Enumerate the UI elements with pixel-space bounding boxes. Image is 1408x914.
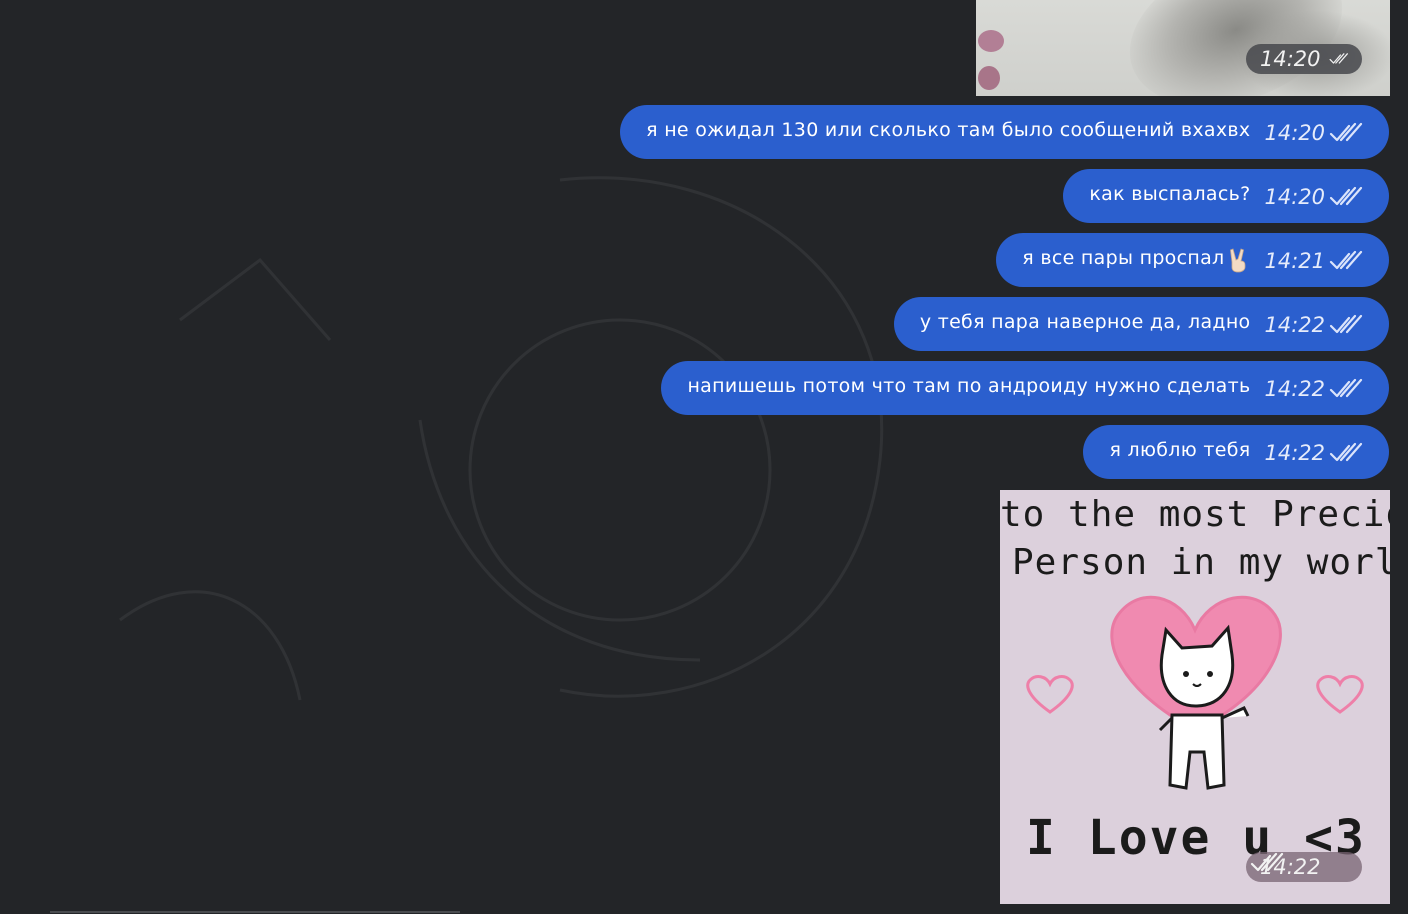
cat-eye xyxy=(1207,671,1213,677)
photo-detail xyxy=(978,30,1004,52)
message-text: напишешь потом что там по андроиду нужно… xyxy=(687,375,1251,397)
photo-time-pill: 14:20 xyxy=(1246,44,1362,74)
message-time: 14:20 xyxy=(1264,121,1325,145)
message-meta: 14:22 xyxy=(1264,441,1363,465)
photo-message[interactable]: 14:20 xyxy=(976,0,1390,96)
message-bubble[interactable]: я люблю тебя 14:22 xyxy=(1083,425,1389,479)
message-meta: 14:22 xyxy=(1264,377,1363,401)
double-check-icon xyxy=(1329,122,1363,142)
double-check-icon xyxy=(1329,442,1363,462)
photo-detail xyxy=(978,66,1000,90)
victory-hand-icon xyxy=(1230,248,1246,273)
small-heart-shape xyxy=(1026,675,1074,714)
small-heart-shape xyxy=(1316,675,1364,714)
sticker-text-line: Person in my world xyxy=(1012,542,1390,583)
chat-area: 14:20 я не ожидал 130 или сколько там бы… xyxy=(0,0,1408,914)
message-text: я не ожидал 130 или сколько там было соо… xyxy=(646,119,1251,141)
double-check-icon xyxy=(1329,378,1363,398)
double-check-icon xyxy=(1329,314,1363,334)
message-time: 14:22 xyxy=(1264,377,1325,401)
scroll-indicator xyxy=(50,911,460,913)
message-text: как выспалась? xyxy=(1089,183,1251,205)
message-bubble[interactable]: как выспалась? 14:20 xyxy=(1063,169,1389,223)
double-check-icon xyxy=(1329,250,1363,270)
sticker-time-pill: 14:22 xyxy=(1246,852,1362,882)
message-meta: 14:20 xyxy=(1264,185,1363,209)
message-bubble[interactable]: я не ожидал 130 или сколько там было соо… xyxy=(620,105,1389,159)
double-check-icon xyxy=(1329,53,1348,64)
message-bubble[interactable]: у тебя пара наверное да, ладно 14:22 xyxy=(893,297,1389,351)
image-message[interactable]: to the most Precious Person in my world … xyxy=(1000,490,1390,904)
cat-eye xyxy=(1183,671,1189,677)
message-bubble[interactable]: напишешь потом что там по андроиду нужно… xyxy=(661,361,1389,415)
message-meta: 14:20 xyxy=(1264,121,1363,145)
message-time: 14:20 xyxy=(1260,47,1321,71)
message-bubble[interactable]: я все пары проспал 14:21 xyxy=(996,233,1389,287)
message-text: я все пары проспал xyxy=(1022,247,1225,269)
message-text: у тебя пара наверное да, ладно xyxy=(919,311,1251,333)
message-time: 14:20 xyxy=(1264,185,1325,209)
message-text: я люблю тебя xyxy=(1109,439,1251,461)
double-check-icon xyxy=(1250,852,1284,872)
message-time: 14:22 xyxy=(1264,313,1325,337)
message-time: 14:22 xyxy=(1264,441,1325,465)
sticker-text-line: to the most Precious xyxy=(1000,494,1390,535)
message-meta: 14:21 xyxy=(1264,249,1363,273)
double-check-icon xyxy=(1329,186,1363,206)
message-meta: 14:22 xyxy=(1264,313,1363,337)
message-time: 14:21 xyxy=(1264,249,1325,273)
